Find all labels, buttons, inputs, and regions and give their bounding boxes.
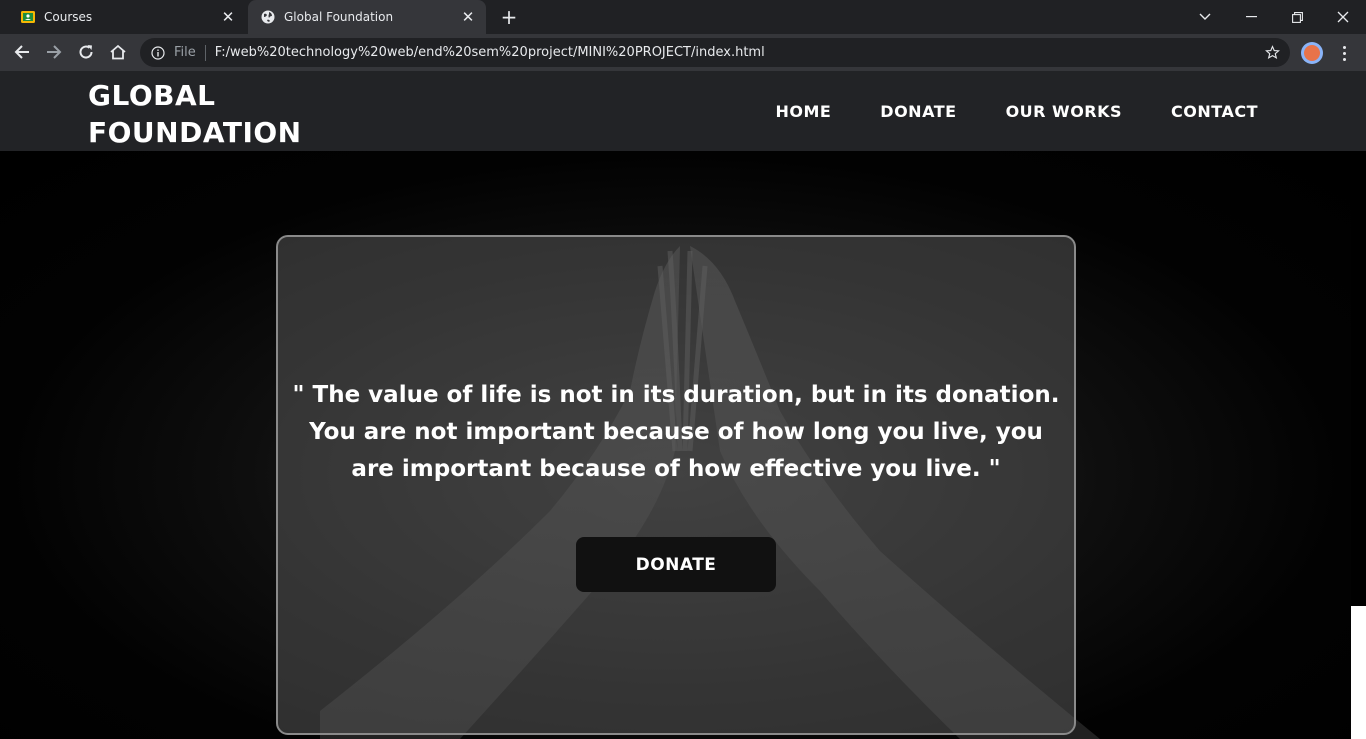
classroom-icon [20,9,36,25]
home-icon[interactable] [104,38,132,66]
nav-our-works-link[interactable]: OUR WORKS [1006,102,1122,121]
main-nav: HOME DONATE OUR WORKS CONTACT [775,71,1258,151]
browser-tab-bar: Courses ✕ Global Foundation ✕ + [0,0,1366,34]
profile-avatar[interactable] [1301,42,1323,64]
reload-icon[interactable] [72,38,100,66]
omnibox-divider [204,44,206,61]
info-icon[interactable] [150,45,166,61]
url-text[interactable]: F:/web%20technology%20web/end%20sem%20pr… [215,45,1262,60]
hero-quote-text: " The value of life is not in its durati… [292,382,1060,482]
close-icon[interactable]: ✕ [220,8,236,26]
globe-icon [260,9,276,25]
tab-title: Global Foundation [284,10,394,24]
address-bar[interactable]: File F:/web%20technology%20web/end%20sem… [140,38,1290,67]
scheme-label: File [174,45,196,60]
hero-quote-card: " The value of life is not in its durati… [276,235,1076,735]
browser-toolbar: File F:/web%20technology%20web/end%20sem… [0,34,1366,71]
nav-donate-link[interactable]: DONATE [880,102,956,121]
tab-search-chevron-icon[interactable] [1182,0,1228,34]
restore-icon[interactable] [1274,0,1320,34]
back-arrow-icon[interactable] [8,38,36,66]
close-icon[interactable]: ✕ [460,8,476,26]
page-white-strip [1351,606,1366,739]
site-brand-logo[interactable]: GLOBAL FOUNDATION [88,77,328,151]
nav-contact-link[interactable]: CONTACT [1171,102,1258,121]
new-tab-plus-icon[interactable]: + [496,5,522,29]
tab-title: Courses [44,10,93,24]
tab-courses[interactable]: Courses ✕ [8,0,246,34]
bookmark-star-icon[interactable] [1262,45,1282,60]
page-viewport: GLOBAL FOUNDATION HOME DONATE OUR WORKS … [0,71,1366,739]
close-window-icon[interactable] [1320,0,1366,34]
donate-button[interactable]: DONATE [576,537,776,592]
forward-arrow-icon[interactable] [40,38,68,66]
nav-home-link[interactable]: HOME [775,102,831,121]
site-header: GLOBAL FOUNDATION HOME DONATE OUR WORKS … [0,71,1366,151]
chrome-menu-icon[interactable] [1334,42,1354,64]
minimize-icon[interactable] [1228,0,1274,34]
page-scroll-gutter [1351,151,1366,606]
tab-global-foundation[interactable]: Global Foundation ✕ [248,0,486,34]
